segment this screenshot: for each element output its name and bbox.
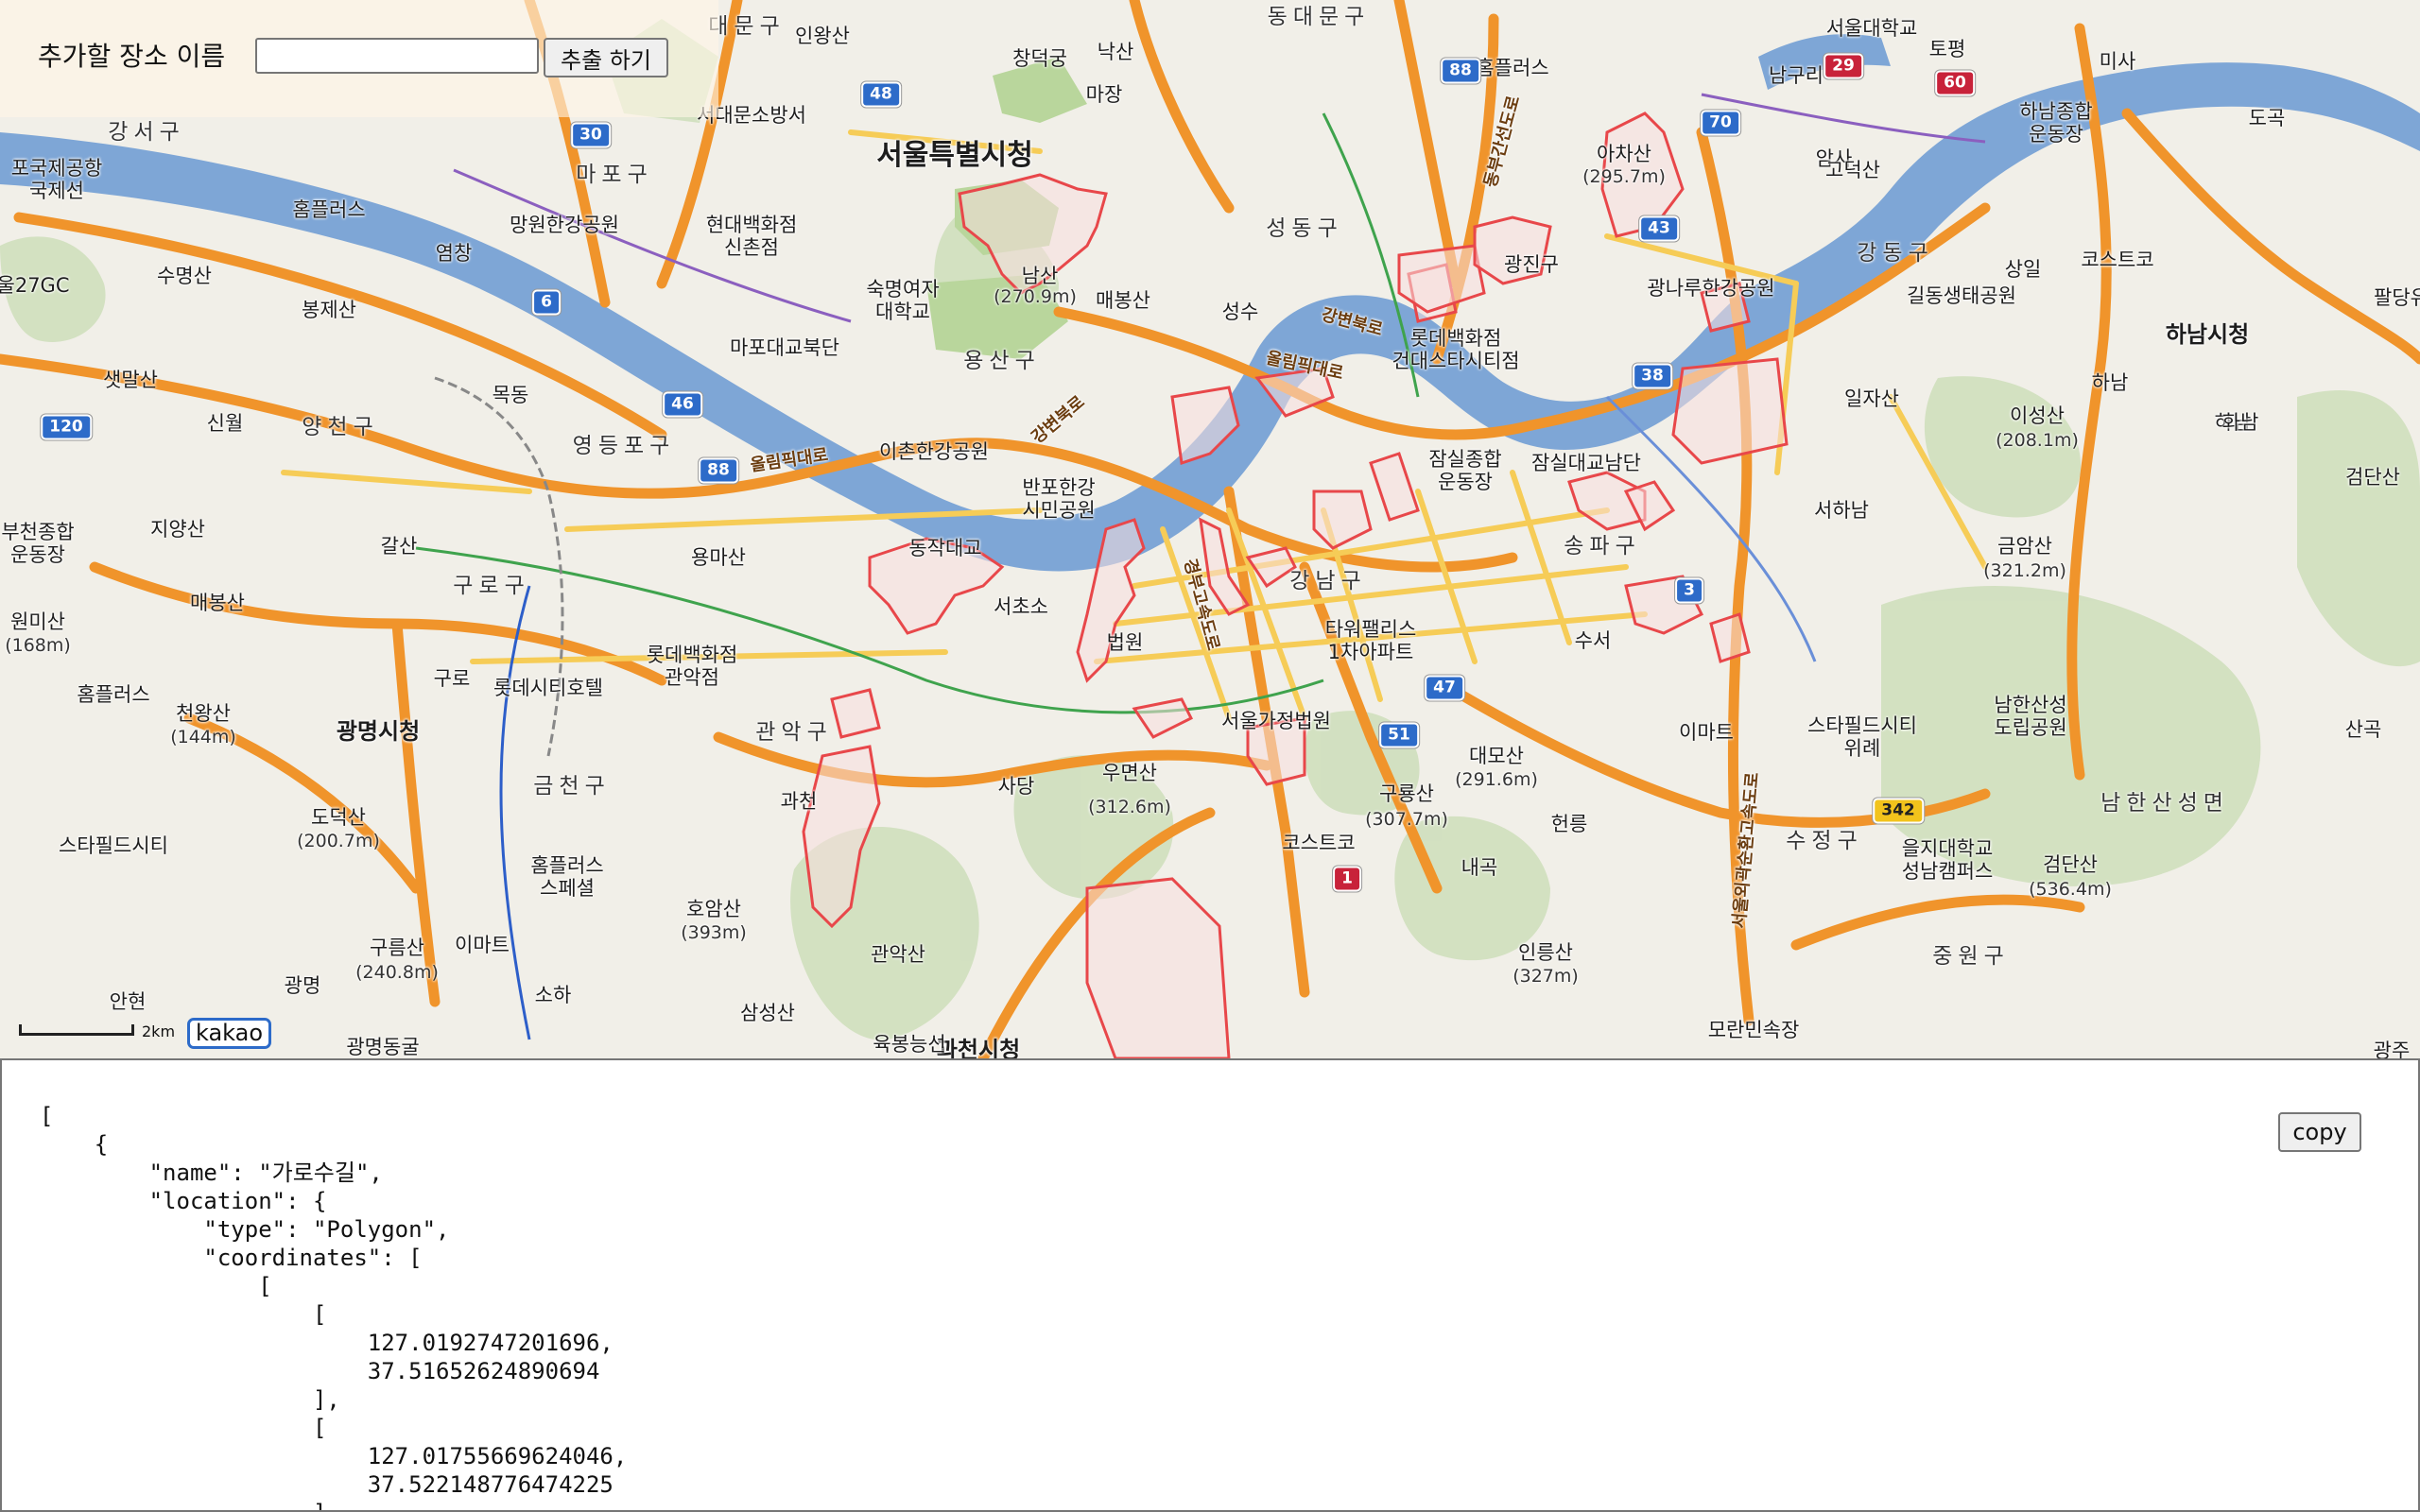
highway-shield-1: 1 — [1333, 866, 1361, 892]
highway-shield-120: 120 — [41, 414, 92, 440]
highway-shield-48: 48 — [861, 81, 901, 108]
highway-shield-38: 38 — [1633, 363, 1672, 389]
map-scale-bar — [19, 1024, 134, 1036]
highway-shield-88: 88 — [1441, 58, 1480, 84]
highway-shield-6: 6 — [532, 289, 561, 316]
highway-shield-46: 46 — [663, 391, 702, 418]
highway-shield-342: 342 — [1873, 798, 1924, 824]
highway-shield-29: 29 — [1824, 53, 1863, 79]
map-base-layer — [0, 0, 2420, 1058]
extract-button[interactable]: 추출 하기 — [544, 38, 668, 77]
json-output-text: [ { "name": "가로수길", "location": { "type"… — [40, 1103, 628, 1510]
highway-shield-47: 47 — [1425, 675, 1464, 701]
copy-button[interactable]: copy — [2278, 1112, 2361, 1152]
highway-shield-30: 30 — [571, 122, 611, 148]
highway-shield-3: 3 — [1675, 577, 1703, 604]
json-output-textarea[interactable]: [ { "name": "가로수길", "location": { "type"… — [0, 1058, 2420, 1512]
highway-shield-60: 60 — [1935, 70, 1975, 96]
map-scale-label: 2km — [142, 1022, 176, 1040]
search-bar: 추가할 장소 이름 추출 하기 — [0, 0, 718, 117]
highway-shield-43: 43 — [1639, 215, 1679, 242]
highway-shield-51: 51 — [1379, 722, 1419, 748]
search-label: 추가할 장소 이름 — [38, 41, 226, 72]
kakao-logo[interactable]: kakao — [187, 1018, 272, 1050]
map-view[interactable]: 서울특별시청 하남시청 광명시청 과천시청 동대문구 대문구 용산구 성동구 강남구 송파구 강동구… — [0, 0, 2420, 1058]
place-name-input[interactable] — [255, 38, 539, 74]
highway-shield-88: 88 — [699, 457, 738, 484]
highway-shield-70: 70 — [1701, 110, 1740, 136]
